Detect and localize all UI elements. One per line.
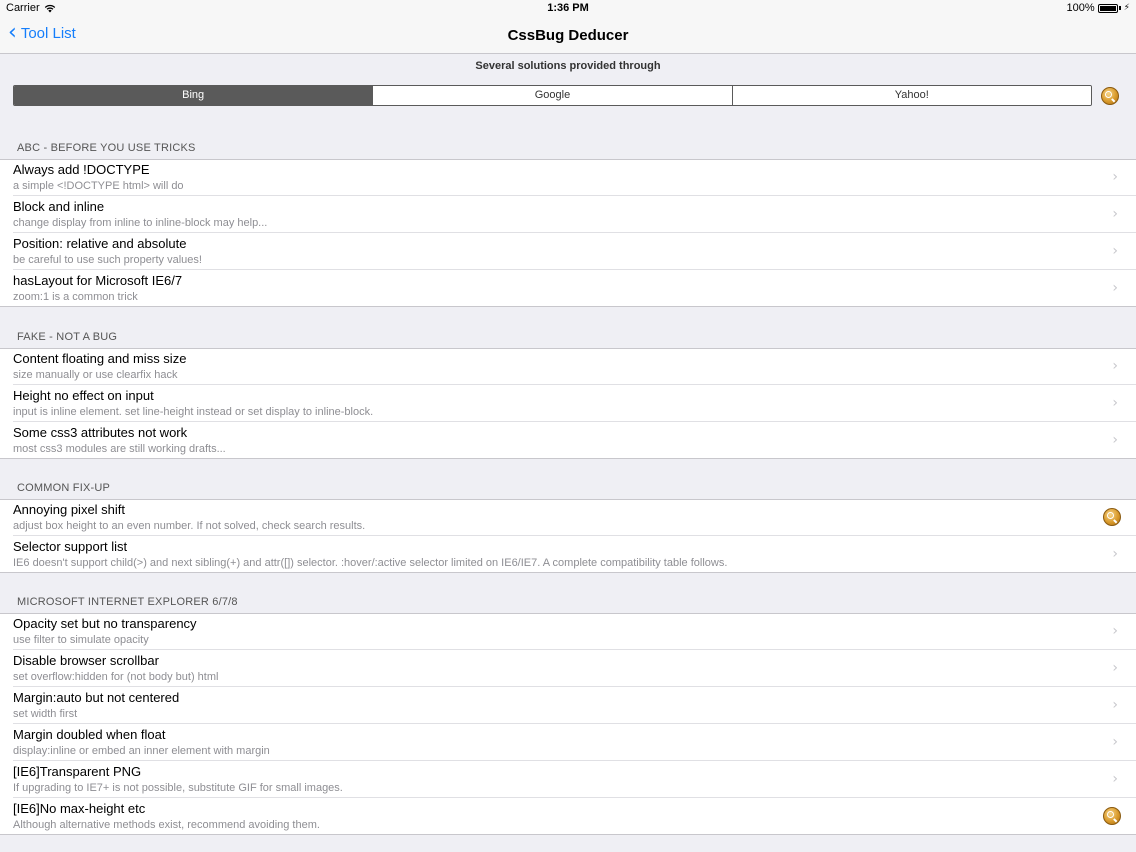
- list-item-subtitle: change display from inline to inline-blo…: [13, 217, 268, 229]
- list-item[interactable]: Margin:auto but not centered set width fi…: [0, 687, 1136, 724]
- chevron-right-icon: ›: [1112, 697, 1118, 713]
- list-item-subtitle: If upgrading to IE7+ is not possible, su…: [13, 782, 343, 794]
- list-item[interactable]: Annoying pixel shift adjust box height to…: [0, 499, 1136, 536]
- list-item-title: Content floating and miss size: [13, 351, 187, 366]
- list-item-subtitle: be careful to use such property values!: [13, 254, 202, 266]
- list-item-subtitle: use filter to simulate opacity: [13, 634, 149, 646]
- list-item-title: hasLayout for Microsoft IE6/7: [13, 273, 183, 288]
- section-header: FAKE - NOT A BUG: [0, 325, 1136, 347]
- row-divider: [0, 834, 1136, 835]
- list-item-subtitle: a simple <!DOCTYPE html> will do: [13, 180, 184, 192]
- segment-yahoo[interactable]: Yahoo!: [732, 86, 1091, 105]
- list-item-title: Margin doubled when float: [13, 727, 166, 742]
- chevron-right-icon: ›: [1112, 243, 1118, 259]
- list-item-title: Block and inline: [13, 199, 105, 214]
- list-item[interactable]: Position: relative and absolute be carefu…: [0, 233, 1136, 270]
- list-item[interactable]: Margin doubled when float display:inline …: [0, 724, 1136, 761]
- list-item-title: Selector support list: [13, 539, 128, 554]
- list-item-subtitle: zoom:1 is a common trick: [13, 291, 138, 303]
- search-icon[interactable]: [1103, 508, 1121, 526]
- search-engine-selector: Several solutions provided through Bing …: [0, 54, 1136, 122]
- chevron-right-icon: ›: [1112, 395, 1118, 411]
- list-item-title: Opacity set but no transparency: [13, 616, 197, 631]
- list-item-title: Always add !DOCTYPE: [13, 162, 150, 177]
- list-item-title: Disable browser scrollbar: [13, 653, 159, 668]
- list-item-subtitle: set width first: [13, 708, 78, 720]
- list-item-subtitle: adjust box height to an even number. If …: [13, 520, 366, 532]
- list-item-title: Margin:auto but not centered: [13, 690, 180, 705]
- search-engine-segmented-control: Bing Google Yahoo!: [13, 85, 1092, 106]
- row-divider: [0, 572, 1136, 573]
- chevron-right-icon: ›: [1112, 734, 1118, 750]
- section-header-label: MICROSOFT INTERNET EXPLORER 6/7/8: [17, 596, 238, 608]
- chevron-right-icon: ›: [1112, 169, 1118, 185]
- chevron-right-icon: ›: [1112, 623, 1118, 639]
- list-item[interactable]: Content floating and miss size size manua…: [0, 348, 1136, 385]
- section-header-label: FAKE - NOT A BUG: [17, 331, 118, 343]
- list-item-subtitle: size manually or use clearfix hack: [13, 369, 178, 381]
- search-caption: Several solutions provided through: [475, 60, 661, 72]
- row-divider: [0, 306, 1136, 307]
- list-item[interactable]: Opacity set but no transparency use filte…: [0, 613, 1136, 650]
- navigation-bar: ‹ Tool List CssBug Deducer: [0, 18, 1136, 54]
- list-item[interactable]: Selector support list IE6 doesn't support…: [0, 536, 1136, 573]
- chevron-right-icon: ›: [1112, 432, 1118, 448]
- chevron-right-icon: ›: [1112, 280, 1118, 296]
- list-item[interactable]: Block and inline change display from inli…: [0, 196, 1136, 233]
- segment-bing[interactable]: Bing: [14, 86, 374, 105]
- section-header: MICROSOFT INTERNET EXPLORER 6/7/8: [0, 590, 1136, 612]
- battery-tip: [1118, 6, 1121, 10]
- list-item-subtitle: Although alternative methods exist, reco…: [13, 819, 320, 831]
- list-item[interactable]: hasLayout for Microsoft IE6/7 zoom:1 is a…: [0, 270, 1136, 307]
- section-header: COMMON FIX-UP: [0, 476, 1136, 498]
- list-item-title: Height no effect on input: [13, 388, 154, 403]
- list-item[interactable]: Disable browser scrollbar set overflow:hi…: [0, 650, 1136, 687]
- chevron-right-icon: ›: [1112, 358, 1118, 374]
- list-item-title: [IE6]No max-height etc: [13, 801, 146, 816]
- status-time: 1:36 PM: [547, 2, 589, 14]
- chevron-right-icon: ›: [1112, 660, 1118, 676]
- list-item-subtitle: input is inline element. set line-height…: [13, 406, 374, 418]
- chevron-right-icon: ›: [1112, 771, 1118, 787]
- list-item-title: Position: relative and absolute: [13, 236, 187, 251]
- status-bar: Carrier 1:36 PM 100% ⚡: [0, 0, 1136, 18]
- page-title: CssBug Deducer: [507, 27, 629, 44]
- search-icon[interactable]: [1101, 87, 1119, 105]
- segment-google[interactable]: Google: [373, 86, 733, 105]
- list-item-title: Some css3 attributes not work: [13, 425, 188, 440]
- list-item-title: Annoying pixel shift: [13, 502, 126, 517]
- chevron-right-icon: ›: [1112, 206, 1118, 222]
- list-item-subtitle: set overflow:hidden for (not body but) h…: [13, 671, 219, 683]
- list-item-subtitle: most css3 modules are still working draf…: [13, 443, 226, 455]
- row-divider: [0, 458, 1136, 459]
- chevron-right-icon: ›: [1112, 546, 1118, 562]
- list-item[interactable]: Always add !DOCTYPE a simple <!DOCTYPE ht…: [0, 159, 1136, 196]
- list-item[interactable]: Some css3 attributes not work most css3 m…: [0, 422, 1136, 459]
- list-item-subtitle: display:inline or embed an inner element…: [13, 745, 270, 757]
- battery-icon: [1097, 3, 1118, 13]
- section-header: ABC - BEFORE YOU USE TRICKS: [0, 136, 1136, 158]
- charging-icon: ⚡: [1123, 3, 1130, 13]
- list-item[interactable]: [IE6]Transparent PNG If upgrading to IE7+…: [0, 761, 1136, 798]
- list-item-subtitle: IE6 doesn't support child(>) and next si…: [13, 557, 728, 569]
- battery-percent: 100%: [1066, 2, 1095, 14]
- section-header-label: ABC - BEFORE YOU USE TRICKS: [17, 142, 196, 154]
- section-header-label: COMMON FIX-UP: [17, 482, 111, 494]
- list-item-title: [IE6]Transparent PNG: [13, 764, 142, 779]
- battery-indicator: 100% ⚡: [1067, 2, 1130, 14]
- search-icon[interactable]: [1103, 807, 1121, 825]
- list-item[interactable]: [IE6]No max-height etc Although alternati…: [0, 798, 1136, 835]
- list-item[interactable]: Height no effect on input input is inline…: [0, 385, 1136, 422]
